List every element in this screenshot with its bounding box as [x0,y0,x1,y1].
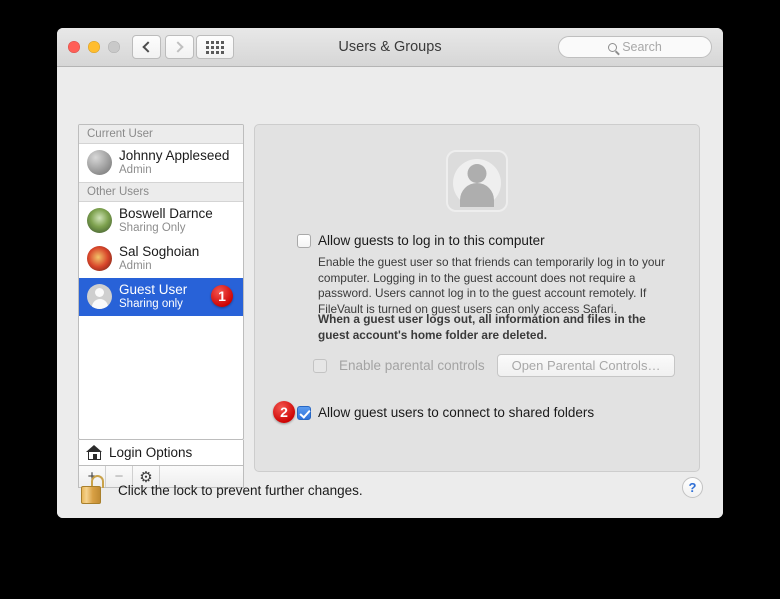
list-item-boswell-darnce[interactable]: Boswell Darnce Sharing Only [79,202,243,240]
avatar [87,246,112,271]
login-options-label: Login Options [109,445,193,460]
avatar [87,150,112,175]
user-list: Current User Johnny Appleseed Admin Othe… [78,124,244,440]
allow-shared-folders-label: Allow guest users to connect to shared f… [318,405,595,420]
list-item-guest-user[interactable]: Guest User Sharing only 1 [79,278,243,316]
list-item-johnny-appleseed[interactable]: Johnny Appleseed Admin [79,144,243,182]
help-button[interactable]: ? [682,477,703,498]
section-header-other-users: Other Users [79,182,243,202]
open-parental-controls-button[interactable]: Open Parental Controls… [496,354,676,377]
login-options-row[interactable]: Login Options [78,440,244,466]
window-titlebar: Users & Groups Search [57,28,723,67]
allow-shared-folders-row[interactable]: Allow guest users to connect to shared f… [297,405,594,420]
window-body: Current User Johnny Appleseed Admin Othe… [57,67,723,518]
enable-parental-controls-label: Enable parental controls [339,358,485,373]
allow-guest-login-checkbox[interactable] [297,234,311,248]
guest-avatar[interactable] [446,150,508,212]
user-name: Guest User [119,282,188,297]
guest-description: Enable the guest user so that friends ca… [318,255,665,316]
lock-button[interactable] [81,475,107,505]
user-name: Boswell Darnce [119,206,213,221]
allow-guest-login-row[interactable]: Allow guests to log in to this computer [297,233,545,248]
annotation-badge-2: 2 [273,401,295,423]
user-role: Sharing only [119,298,183,310]
search-placeholder: Search [622,40,662,54]
guest-description-warning: When a guest user logs out, all informat… [318,312,646,342]
allow-shared-folders-checkbox[interactable] [297,406,311,420]
house-icon [86,445,103,460]
search-input[interactable]: Search [558,36,712,58]
user-role: Sharing Only [119,222,186,234]
parental-controls-row: Enable parental controls Open Parental C… [313,354,676,377]
enable-parental-controls-checkbox[interactable] [313,359,327,373]
annotation-badge-1: 1 [211,285,233,307]
section-header-current-user: Current User [79,125,243,144]
guest-user-panel: Allow guests to log in to this computer … [254,124,700,472]
lock-hint-text: Click the lock to prevent further change… [118,483,363,498]
user-role: Admin [119,260,152,272]
list-item-sal-soghoian[interactable]: Sal Soghoian Admin [79,240,243,278]
user-name: Johnny Appleseed [119,148,230,163]
avatar [87,284,112,309]
allow-guest-login-label: Allow guests to log in to this computer [318,233,545,248]
avatar [87,208,112,233]
user-role: Admin [119,164,152,176]
search-icon [608,42,618,52]
user-name: Sal Soghoian [119,244,200,259]
system-preferences-window: Users & Groups Search Current User Johnn… [57,28,723,518]
